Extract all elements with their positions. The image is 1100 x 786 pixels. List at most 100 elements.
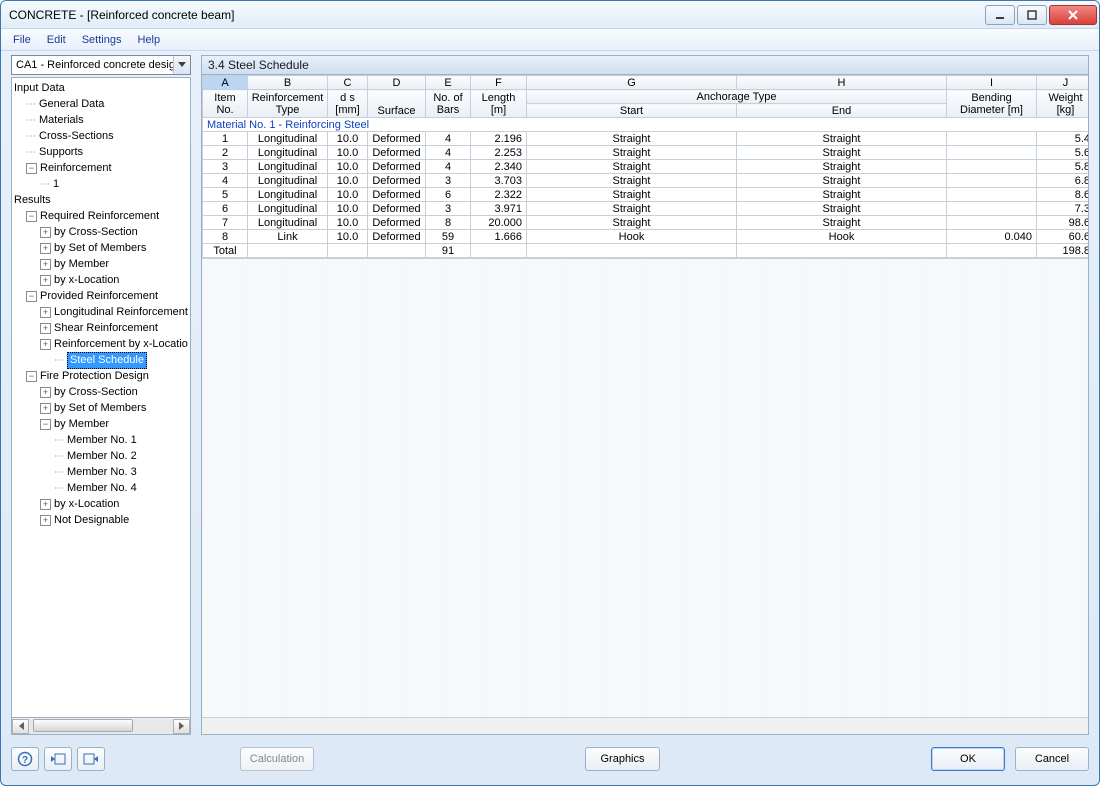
ok-button[interactable]: OK — [931, 747, 1005, 771]
expand-icon[interactable]: + — [40, 275, 51, 286]
tree-supports[interactable]: Supports — [39, 145, 83, 160]
close-button[interactable] — [1049, 5, 1097, 25]
table-row[interactable]: 7Longitudinal10.0Deformed820.000Straight… — [203, 216, 1090, 230]
table-cell[interactable]: 0.040 — [947, 230, 1037, 244]
case-combo[interactable]: CA1 - Reinforced concrete desig — [11, 55, 191, 75]
expand-icon[interactable]: + — [40, 227, 51, 238]
expand-icon[interactable]: + — [40, 515, 51, 526]
table-cell[interactable] — [947, 146, 1037, 160]
col-F[interactable]: F — [471, 76, 527, 90]
table-row[interactable]: 2Longitudinal10.0Deformed42.253StraightS… — [203, 146, 1090, 160]
table-cell[interactable]: 4 — [203, 174, 248, 188]
expand-icon[interactable]: + — [40, 499, 51, 510]
table-cell[interactable]: 2.196 — [471, 132, 527, 146]
table-cell[interactable]: 5 — [203, 188, 248, 202]
help-button[interactable]: ? — [11, 747, 39, 771]
expand-icon[interactable]: + — [40, 323, 51, 334]
next-table-button[interactable] — [77, 747, 105, 771]
table-section-row[interactable]: Material No. 1 - Reinforcing Steel — [203, 118, 1090, 132]
table-cell[interactable]: Straight — [737, 160, 947, 174]
table-cell[interactable]: 7.3 — [1037, 202, 1090, 216]
expand-icon[interactable]: + — [40, 387, 51, 398]
table-cell[interactable] — [947, 188, 1037, 202]
table-cell[interactable]: 10.0 — [328, 188, 368, 202]
maximize-button[interactable] — [1017, 5, 1047, 25]
table-row[interactable]: 6Longitudinal10.0Deformed33.971StraightS… — [203, 202, 1090, 216]
table-cell[interactable]: 198.8 — [1037, 244, 1090, 258]
tree-steel-schedule[interactable]: Steel Schedule — [67, 352, 147, 369]
table-cell[interactable] — [947, 244, 1037, 258]
table-cell[interactable]: 3 — [203, 160, 248, 174]
tree-results[interactable]: Results — [14, 193, 51, 208]
table-row[interactable]: 3Longitudinal10.0Deformed42.340StraightS… — [203, 160, 1090, 174]
collapse-icon[interactable]: − — [26, 211, 37, 222]
table-cell[interactable]: Straight — [527, 188, 737, 202]
tree-by-x-location[interactable]: by x-Location — [54, 273, 119, 288]
table-cell[interactable]: 8.6 — [1037, 188, 1090, 202]
tree-member-4[interactable]: Member No. 4 — [67, 481, 137, 496]
table-cell[interactable]: Deformed — [368, 174, 426, 188]
table-cell[interactable]: Longitudinal — [248, 202, 328, 216]
table-cell[interactable]: 4 — [426, 160, 471, 174]
tree-input-data[interactable]: Input Data — [14, 81, 65, 96]
minimize-button[interactable] — [985, 5, 1015, 25]
table-cell[interactable] — [737, 244, 947, 258]
table-cell[interactable]: 59 — [426, 230, 471, 244]
steel-schedule-grid[interactable]: A B C D E F G H I J — [201, 75, 1089, 735]
table-cell[interactable]: Straight — [527, 160, 737, 174]
navigator-tree[interactable]: Input Data ⋯General Data ⋯Materials ⋯Cro… — [11, 77, 191, 718]
tree-by-member[interactable]: by Member — [54, 257, 109, 272]
prev-table-button[interactable] — [44, 747, 72, 771]
calculation-button[interactable]: Calculation — [240, 747, 314, 771]
col-G[interactable]: G — [527, 76, 737, 90]
table-cell[interactable]: Longitudinal — [248, 146, 328, 160]
table-cell[interactable]: Straight — [737, 174, 947, 188]
table-cell[interactable]: 2.340 — [471, 160, 527, 174]
collapse-icon[interactable]: − — [26, 371, 37, 382]
tree-longitudinal-reinf[interactable]: Longitudinal Reinforcement — [54, 305, 188, 320]
table-cell[interactable]: 5.8 — [1037, 160, 1090, 174]
tree-provided-reinforcement[interactable]: Provided Reinforcement — [40, 289, 158, 304]
table-cell[interactable]: Longitudinal — [248, 188, 328, 202]
table-cell[interactable]: Deformed — [368, 230, 426, 244]
table-cell[interactable]: Longitudinal — [248, 160, 328, 174]
table-cell[interactable] — [368, 244, 426, 258]
cancel-button[interactable]: Cancel — [1015, 747, 1089, 771]
table-cell[interactable]: 1 — [203, 132, 248, 146]
table-cell[interactable]: Deformed — [368, 146, 426, 160]
table-cell[interactable]: 10.0 — [328, 202, 368, 216]
table-cell[interactable]: Longitudinal — [248, 132, 328, 146]
tree-reinforcement[interactable]: Reinforcement — [40, 161, 112, 176]
col-H[interactable]: H — [737, 76, 947, 90]
table-cell[interactable]: Deformed — [368, 160, 426, 174]
table-row[interactable]: 4Longitudinal10.0Deformed33.703StraightS… — [203, 174, 1090, 188]
table-cell[interactable]: Straight — [737, 188, 947, 202]
table-cell[interactable]: 10.0 — [328, 132, 368, 146]
table-cell[interactable]: Straight — [527, 174, 737, 188]
table-cell[interactable] — [527, 244, 737, 258]
table-cell[interactable] — [947, 216, 1037, 230]
menu-help[interactable]: Help — [129, 32, 168, 48]
tree-fp-by-member[interactable]: by Member — [54, 417, 109, 432]
table-cell[interactable]: Straight — [527, 202, 737, 216]
tree-not-designable[interactable]: Not Designable — [54, 513, 129, 528]
collapse-icon[interactable]: − — [26, 163, 37, 174]
table-cell[interactable]: 8 — [203, 230, 248, 244]
col-D[interactable]: D — [368, 76, 426, 90]
expand-icon[interactable]: + — [40, 339, 51, 350]
tree-hscrollbar[interactable] — [11, 718, 191, 735]
table-cell[interactable]: 7 — [203, 216, 248, 230]
table-cell[interactable]: Deformed — [368, 188, 426, 202]
tree-member-1[interactable]: Member No. 1 — [67, 433, 137, 448]
tree-shear-reinf[interactable]: Shear Reinforcement — [54, 321, 158, 336]
table-cell[interactable]: Straight — [737, 132, 947, 146]
table-cell[interactable]: 3 — [426, 174, 471, 188]
table-cell[interactable]: 2.322 — [471, 188, 527, 202]
graphics-button[interactable]: Graphics — [585, 747, 659, 771]
table-cell[interactable]: 1.666 — [471, 230, 527, 244]
tree-by-cross-section[interactable]: by Cross-Section — [54, 225, 138, 240]
table-cell[interactable] — [947, 160, 1037, 174]
table-cell[interactable]: Link — [248, 230, 328, 244]
tree-reinf-1[interactable]: 1 — [53, 177, 59, 192]
table-cell[interactable]: 91 — [426, 244, 471, 258]
